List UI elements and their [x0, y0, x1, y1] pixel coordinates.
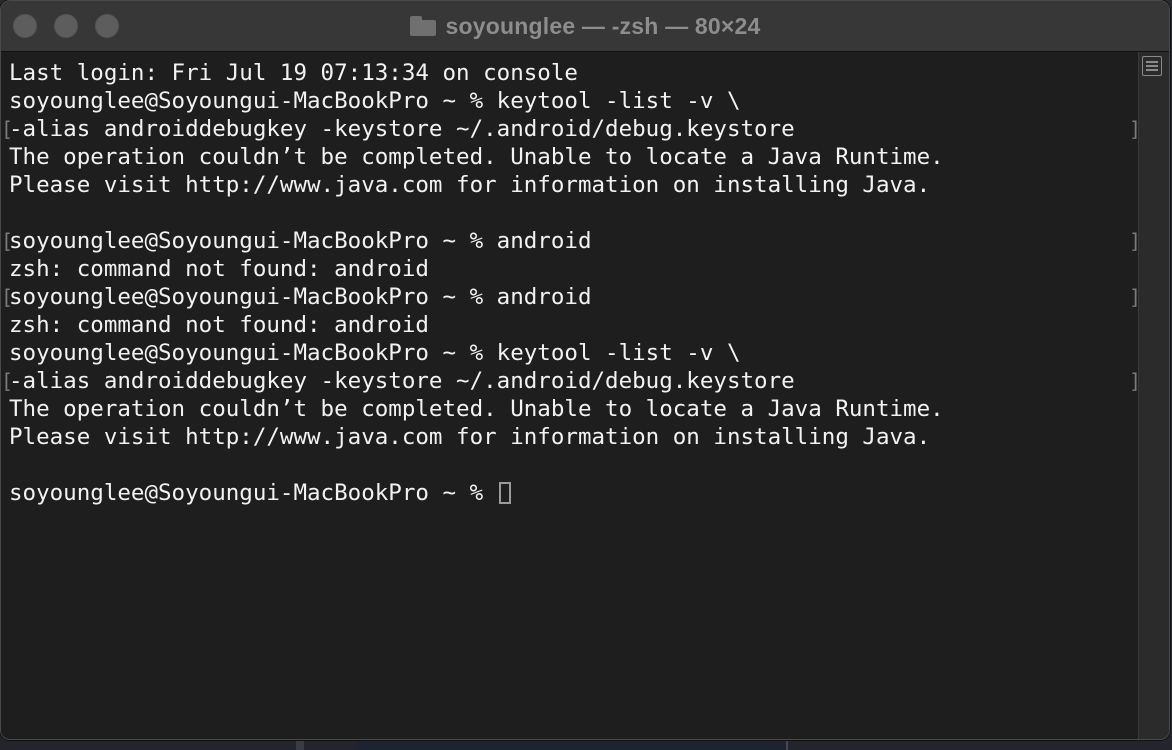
terminal-line-text: Please visit http://www.java.com for inf… [9, 172, 931, 198]
terminal-line-text: Last login: Fri Jul 19 07:13:34 on conso… [9, 60, 578, 86]
wrap-marker-left: [ [1, 369, 14, 393]
wrap-marker-left: [ [1, 229, 14, 253]
terminal-line-text: -alias androiddebugkey -keystore ~/.andr… [9, 116, 795, 142]
window-title-group: soyounglee — -zsh — 80×24 [1, 1, 1169, 51]
wrap-marker-left: [ [1, 285, 14, 309]
scrollbar[interactable] [1138, 52, 1169, 739]
terminal-line: The operation couldn’t be completed. Una… [9, 143, 944, 171]
terminal-line-text: The operation couldn’t be completed. Una… [9, 144, 944, 170]
terminal-line: Last login: Fri Jul 19 07:13:34 on conso… [9, 59, 944, 87]
terminal-line-text: The operation couldn’t be completed. Una… [9, 396, 944, 422]
prompt-text: soyounglee@Soyoungui-MacBookPro ~ % [9, 480, 497, 506]
terminal-line: [soyounglee@Soyoungui-MacBookPro ~ % and… [1, 283, 1141, 311]
terminal-line-text: -alias androiddebugkey -keystore ~/.andr… [9, 368, 795, 394]
terminal-content[interactable]: Last login: Fri Jul 19 07:13:34 on conso… [1, 52, 1141, 739]
wrap-marker-left: [ [1, 117, 14, 141]
terminal-line: zsh: command not found: android [9, 311, 944, 339]
terminal-line: [-alias androiddebugkey -keystore ~/.and… [1, 115, 1141, 143]
terminal-line: Please visit http://www.java.com for inf… [9, 171, 944, 199]
terminal-line: [-alias androiddebugkey -keystore ~/.and… [1, 367, 1141, 395]
terminal-line: The operation couldn’t be completed. Una… [9, 395, 944, 423]
title-bar[interactable]: soyounglee — -zsh — 80×24 [1, 1, 1169, 52]
terminal-line: soyounglee@Soyoungui-MacBookPro ~ % keyt… [9, 339, 944, 367]
terminal-line: soyounglee@Soyoungui-MacBookPro ~ % keyt… [9, 87, 944, 115]
terminal-line-text: zsh: command not found: android [9, 256, 429, 282]
folder-icon [409, 16, 436, 36]
window-title: soyounglee — -zsh — 80×24 [445, 12, 761, 39]
terminal-line-text: Please visit http://www.java.com for inf… [9, 424, 931, 450]
terminal-line-text: soyounglee@Soyoungui-MacBookPro ~ % keyt… [9, 88, 741, 114]
prompt-line[interactable]: soyounglee@Soyoungui-MacBookPro ~ % [9, 479, 944, 507]
terminal-line: zsh: command not found: android [9, 255, 944, 283]
terminal-line-text: soyounglee@Soyoungui-MacBookPro ~ % andr… [9, 284, 592, 310]
terminal-line: Please visit http://www.java.com for inf… [9, 423, 944, 451]
terminal-window: soyounglee — -zsh — 80×24 Last login: Fr… [0, 0, 1170, 740]
terminal-line-text: soyounglee@Soyoungui-MacBookPro ~ % andr… [9, 228, 592, 254]
terminal-line-text: soyounglee@Soyoungui-MacBookPro ~ % keyt… [9, 340, 741, 366]
terminal-line-text: zsh: command not found: android [9, 312, 429, 338]
text-cursor[interactable] [498, 482, 511, 504]
terminal-output: Last login: Fri Jul 19 07:13:34 on conso… [1, 59, 1141, 507]
terminal-line: [soyounglee@Soyoungui-MacBookPro ~ % and… [1, 227, 1141, 255]
list-icon[interactable] [1142, 56, 1162, 76]
